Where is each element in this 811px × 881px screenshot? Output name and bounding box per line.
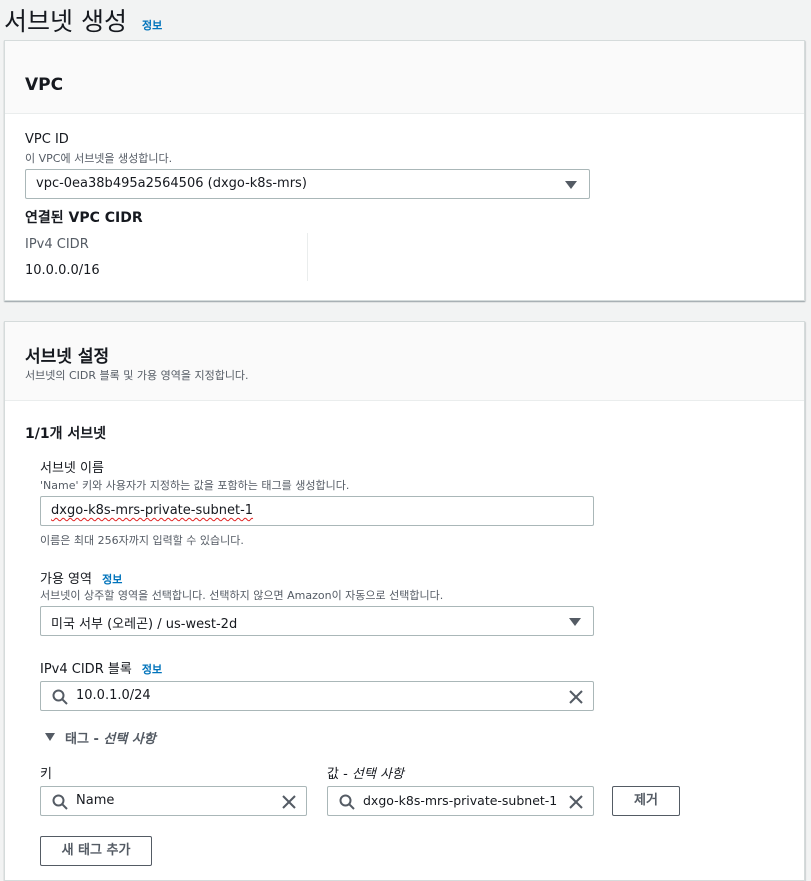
close-icon[interactable] bbox=[281, 794, 297, 810]
vpc-panel: VPC VPC ID 이 VPC에 서브넷을 생성합니다. vpc-0ea38b… bbox=[4, 40, 805, 301]
caret-down-icon[interactable] bbox=[45, 733, 55, 741]
subnet-name-value: dxgo-k8s-mrs-private-subnet-1 bbox=[51, 503, 254, 518]
close-icon[interactable] bbox=[568, 689, 584, 705]
page-title: 서브넷 생성 정보 bbox=[4, 2, 162, 38]
search-icon bbox=[339, 794, 355, 810]
page-info-link[interactable]: 정보 bbox=[142, 17, 162, 33]
ipv4-cidr-block-info-link[interactable]: 정보 bbox=[142, 663, 162, 676]
subnet-settings-heading: 서브넷 설정 bbox=[25, 347, 110, 367]
tags-toggle-prefix: 태그 - bbox=[65, 732, 104, 747]
tag-value-label-optional: 선택 사항 bbox=[351, 767, 404, 782]
search-icon bbox=[52, 689, 68, 705]
tag-value-label: 값 - 선택 사항 bbox=[327, 763, 404, 782]
subnet-name-input[interactable]: dxgo-k8s-mrs-private-subnet-1 bbox=[40, 496, 594, 526]
tags-toggle-optional: 선택 사항 bbox=[103, 732, 156, 747]
column-divider bbox=[307, 233, 308, 281]
availability-zone-label: 가용 영역 정보 bbox=[40, 568, 122, 587]
tags-toggle[interactable]: 태그 - 선택 사항 bbox=[65, 728, 156, 747]
subnet-name-description: 'Name' 키와 사용자가 지정하는 값을 포함하는 태그를 생성합니다. bbox=[40, 479, 350, 492]
page-title-text: 서브넷 생성 bbox=[4, 7, 127, 36]
associated-cidr-heading: 연결된 VPC CIDR bbox=[25, 210, 143, 226]
subnet-settings-panel: 서브넷 설정 서브넷의 CIDR 블록 및 가용 영역을 지정합니다. 1/1개… bbox=[4, 321, 805, 881]
caret-down-icon bbox=[569, 618, 581, 626]
ipv4-cidr-label: IPv4 CIDR bbox=[25, 237, 89, 252]
subnet-name-constraint: 이름은 최대 256자까지 입력할 수 있습니다. bbox=[40, 534, 244, 547]
availability-zone-value: 미국 서부 (오레곤) / us-west-2d bbox=[51, 617, 238, 632]
search-icon bbox=[52, 794, 68, 810]
vpc-id-description: 이 VPC에 서브넷을 생성합니다. bbox=[25, 152, 173, 165]
vpc-heading: VPC bbox=[25, 75, 64, 95]
subnet-settings-description: 서브넷의 CIDR 블록 및 가용 영역을 지정합니다. bbox=[25, 369, 249, 382]
subnet-panel-header: 서브넷 설정 서브넷의 CIDR 블록 및 가용 영역을 지정합니다. bbox=[5, 322, 804, 401]
vpc-panel-header: VPC bbox=[5, 41, 804, 114]
subnet-name-label: 서브넷 이름 bbox=[40, 461, 104, 476]
tag-key-label: 키 bbox=[40, 767, 52, 782]
vpc-id-label: VPC ID bbox=[25, 132, 69, 147]
vpc-id-select[interactable]: vpc-0ea38b495a2564506 (dxgo-k8s-mrs) bbox=[25, 169, 590, 199]
tag-value-label-prefix: 값 - bbox=[327, 767, 352, 782]
ipv4-cidr-block-input[interactable]: 10.0.1.0/24 bbox=[40, 681, 594, 711]
remove-tag-button[interactable]: 제거 bbox=[612, 786, 680, 816]
ipv4-cidr-block-value: 10.0.1.0/24 bbox=[76, 688, 151, 703]
caret-down-icon bbox=[565, 181, 577, 189]
ipv4-cidr-block-label-text: IPv4 CIDR 블록 bbox=[40, 662, 132, 677]
add-new-tag-button[interactable]: 새 태그 추가 bbox=[40, 836, 152, 866]
availability-zone-description: 서브넷이 상주할 영역을 선택합니다. 선택하지 않으면 Amazon이 자동으… bbox=[40, 589, 444, 602]
availability-zone-select[interactable]: 미국 서부 (오레곤) / us-west-2d bbox=[40, 606, 594, 636]
ipv4-cidr-value: 10.0.0.0/16 bbox=[25, 263, 100, 278]
vpc-id-value: vpc-0ea38b495a2564506 (dxgo-k8s-mrs) bbox=[36, 176, 307, 191]
ipv4-cidr-block-label: IPv4 CIDR 블록 정보 bbox=[40, 658, 162, 677]
tag-value-value: dxgo-k8s-mrs-private-subnet-1 bbox=[363, 793, 558, 808]
subnet-count-label: 1/1개 서브넷 bbox=[25, 426, 106, 442]
tag-value-input[interactable]: dxgo-k8s-mrs-private-subnet-1 bbox=[327, 786, 594, 816]
availability-zone-label-text: 가용 영역 bbox=[40, 572, 92, 587]
tag-key-input[interactable]: Name bbox=[40, 786, 307, 816]
tag-key-value: Name bbox=[76, 793, 115, 808]
availability-zone-info-link[interactable]: 정보 bbox=[102, 573, 122, 586]
close-icon[interactable] bbox=[568, 794, 584, 810]
